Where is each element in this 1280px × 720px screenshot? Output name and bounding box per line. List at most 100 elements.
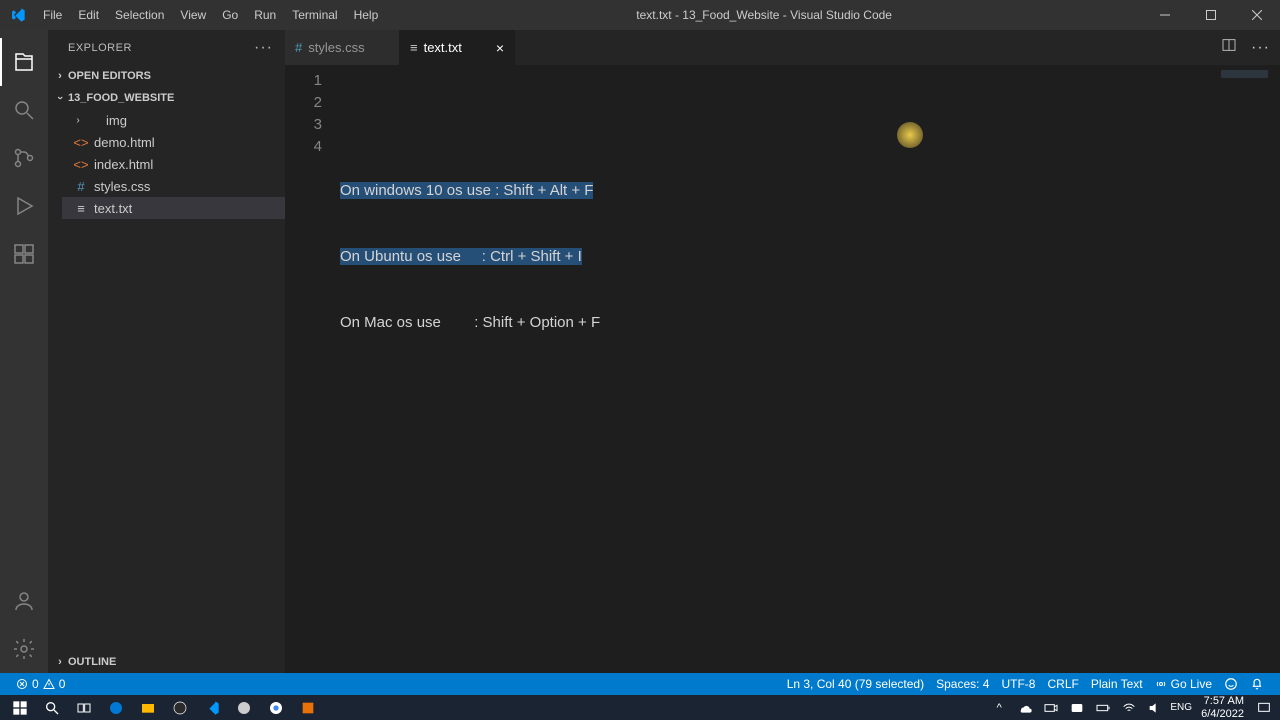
status-bell-icon[interactable] [1244,677,1270,691]
project-header[interactable]: › 13_FOOD_WEBSITE [48,87,285,109]
minimap[interactable] [1221,70,1268,78]
window-controls [1142,0,1280,30]
status-language[interactable]: Plain Text [1085,677,1149,691]
tree-file-index[interactable]: <> index.html [62,153,285,175]
tray-wifi-icon[interactable] [1117,695,1141,720]
chevron-right-icon: › [72,115,84,126]
status-feedback-icon[interactable] [1218,677,1244,691]
editor-area: # styles.css ≡ text.txt × ··· 1 2 3 4 [285,30,1280,673]
menu-help[interactable]: Help [346,0,387,30]
code-line: On windows 10 os use : Shift + Alt + F [340,180,1280,202]
explorer-header: EXPLORER ··· [48,30,285,65]
menu-terminal[interactable]: Terminal [284,0,345,30]
status-encoding[interactable]: UTF-8 [995,677,1041,691]
chevron-right-icon: › [52,70,68,82]
file-tree: › img <> demo.html <> index.html # style… [48,109,285,219]
code-content[interactable]: On windows 10 os use : Shift + Alt + F O… [340,65,1280,673]
tab-label: text.txt [424,40,462,55]
start-button[interactable] [4,695,36,720]
chevron-down-icon: › [54,90,66,106]
menu-selection[interactable]: Selection [107,0,172,30]
tree-item-label: demo.html [94,135,155,150]
status-eol[interactable]: CRLF [1041,677,1084,691]
tray-camera-icon[interactable] [1039,695,1063,720]
html-file-icon: <> [72,157,90,172]
tree-file-styles[interactable]: # styles.css [62,175,285,197]
menu-edit[interactable]: Edit [70,0,107,30]
taskbar-app-vscode[interactable] [196,695,228,720]
taskbar-app-explorer[interactable] [132,695,164,720]
explorer-title: EXPLORER [68,42,254,54]
tray-meet-icon[interactable] [1065,695,1089,720]
menu-go[interactable]: Go [214,0,246,30]
tray-battery-icon[interactable] [1091,695,1115,720]
tree-file-demo[interactable]: <> demo.html [62,131,285,153]
split-editor-icon[interactable] [1221,37,1237,58]
tray-onedrive-icon[interactable] [1013,695,1037,720]
tray-clock[interactable]: 7:57 AM 6/4/2022 [1195,695,1250,719]
more-actions-icon[interactable]: ··· [1251,39,1270,57]
tree-item-label: text.txt [94,201,132,216]
chevron-right-icon: › [52,656,68,668]
css-file-icon: # [72,179,90,194]
maximize-button[interactable] [1188,0,1234,30]
menu-run[interactable]: Run [246,0,284,30]
taskbar-app[interactable] [228,695,260,720]
vscode-icon [0,7,35,23]
source-control-icon[interactable] [0,134,48,182]
windows-taskbar: ^ ENG 7:57 AM 6/4/2022 [0,695,1280,720]
system-tray: ^ ENG 7:57 AM 6/4/2022 [987,695,1276,720]
outline-label: OUTLINE [68,656,116,668]
taskbar-app[interactable] [164,695,196,720]
open-editors-label: OPEN EDITORS [68,70,151,82]
status-cursor[interactable]: Ln 3, Col 40 (79 selected) [781,677,930,691]
status-golive[interactable]: Go Live [1149,677,1218,691]
tree-folder-img[interactable]: › img [62,109,285,131]
activity-bar [0,30,48,673]
taskbar-app[interactable] [292,695,324,720]
taskbar-search-icon[interactable] [36,695,68,720]
more-icon[interactable]: ··· [254,39,273,57]
minimize-button[interactable] [1142,0,1188,30]
html-file-icon: <> [72,135,90,150]
task-view-icon[interactable] [68,695,100,720]
tab-label: styles.css [308,40,364,55]
open-editors-header[interactable]: › OPEN EDITORS [48,65,285,87]
code-line: On Ubuntu os use : Ctrl + Shift + I [340,246,1280,268]
css-file-icon: # [295,40,302,55]
settings-icon[interactable] [0,625,48,673]
close-tab-icon[interactable]: × [488,40,504,56]
tab-text[interactable]: ≡ text.txt × [400,30,515,65]
outline-header[interactable]: › OUTLINE [48,651,285,673]
tree-file-text[interactable]: ≡ text.txt [62,197,285,219]
extensions-icon[interactable] [0,230,48,278]
tray-notifications-icon[interactable] [1252,695,1276,720]
status-spaces[interactable]: Spaces: 4 [930,677,995,691]
explorer-icon[interactable] [0,38,48,86]
taskbar-app-edge[interactable] [100,695,132,720]
tree-item-label: styles.css [94,179,150,194]
search-icon[interactable] [0,86,48,134]
tree-item-label: img [106,113,127,128]
menu-file[interactable]: File [35,0,70,30]
explorer-sidebar: EXPLORER ··· › OPEN EDITORS › 13_FOOD_WE… [48,30,285,673]
status-bar: 0 0 Ln 3, Col 40 (79 selected) Spaces: 4… [0,673,1280,695]
window-title: text.txt - 13_Food_Website - Visual Stud… [386,8,1142,22]
code-line [340,114,1280,136]
tree-item-label: index.html [94,157,153,172]
close-button[interactable] [1234,0,1280,30]
account-icon[interactable] [0,577,48,625]
code-line: On Mac os use : Shift + Option + F [340,312,1280,334]
editor-body[interactable]: 1 2 3 4 On windows 10 os use : Shift + A… [285,65,1280,673]
taskbar-app-chrome[interactable] [260,695,292,720]
tray-chevron-icon[interactable]: ^ [987,695,1011,720]
tray-volume-icon[interactable] [1143,695,1167,720]
status-errors[interactable]: 0 0 [10,677,71,691]
txt-file-icon: ≡ [72,201,90,216]
debug-icon[interactable] [0,182,48,230]
tab-styles[interactable]: # styles.css [285,30,400,65]
tray-language-icon[interactable]: ENG [1169,695,1193,720]
menu-view[interactable]: View [172,0,214,30]
txt-file-icon: ≡ [410,40,418,55]
editor-tabs: # styles.css ≡ text.txt × ··· [285,30,1280,65]
